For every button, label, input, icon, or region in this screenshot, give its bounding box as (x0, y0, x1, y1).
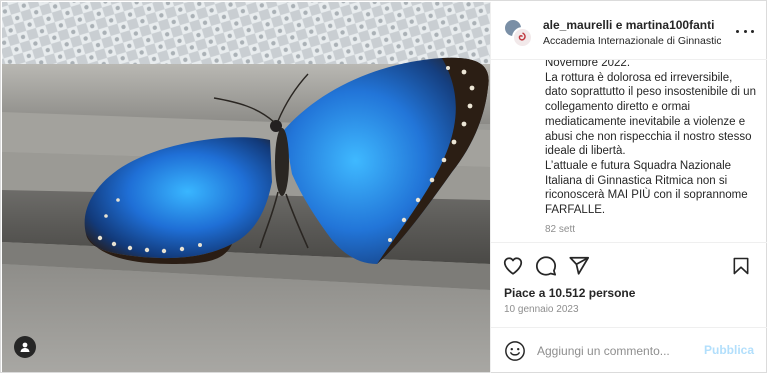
like-count[interactable]: Piace a 10.512 persone (504, 286, 635, 300)
post-window: ale_maurelli e martina100fanti Accademia… (0, 0, 767, 373)
post-date[interactable]: 10 gennaio 2023 (504, 304, 579, 315)
dot (743, 29, 747, 33)
caption-age[interactable]: 82 sett (545, 224, 575, 235)
post-location[interactable]: Accademia Internazionale di Ginnastica (543, 35, 721, 47)
post-caption: Novembre 2022. La rottura è dolorosa ed … (491, 60, 767, 242)
butterfly-photo (2, 2, 490, 372)
caption-text: Novembre 2022. La rottura è dolorosa ed … (545, 60, 756, 217)
dot (751, 29, 754, 33)
more-options-icon[interactable] (736, 24, 754, 38)
post-header: ale_maurelli e martina100fanti Accademia… (491, 2, 767, 60)
dot (736, 29, 739, 33)
post-usernames[interactable]: ale_maurelli e martina100fanti (543, 18, 714, 32)
emoji-icon[interactable] (504, 340, 526, 362)
post-details-panel: ale_maurelli e martina100fanti Accademia… (490, 2, 767, 373)
send-icon[interactable] (567, 254, 591, 278)
action-bar (491, 242, 767, 288)
comment-input[interactable] (537, 340, 697, 362)
post-photo[interactable] (2, 2, 490, 372)
comment-icon[interactable] (534, 254, 558, 278)
brand-logo-icon (518, 32, 526, 41)
avatar[interactable] (512, 27, 533, 48)
bookmark-icon[interactable] (729, 254, 753, 278)
heart-icon[interactable] (501, 254, 525, 278)
comment-bar: Pubblica (491, 327, 767, 373)
collab-avatars[interactable] (503, 18, 533, 48)
user-tag-icon[interactable] (14, 336, 36, 358)
post-comment-button[interactable]: Pubblica (704, 343, 754, 357)
